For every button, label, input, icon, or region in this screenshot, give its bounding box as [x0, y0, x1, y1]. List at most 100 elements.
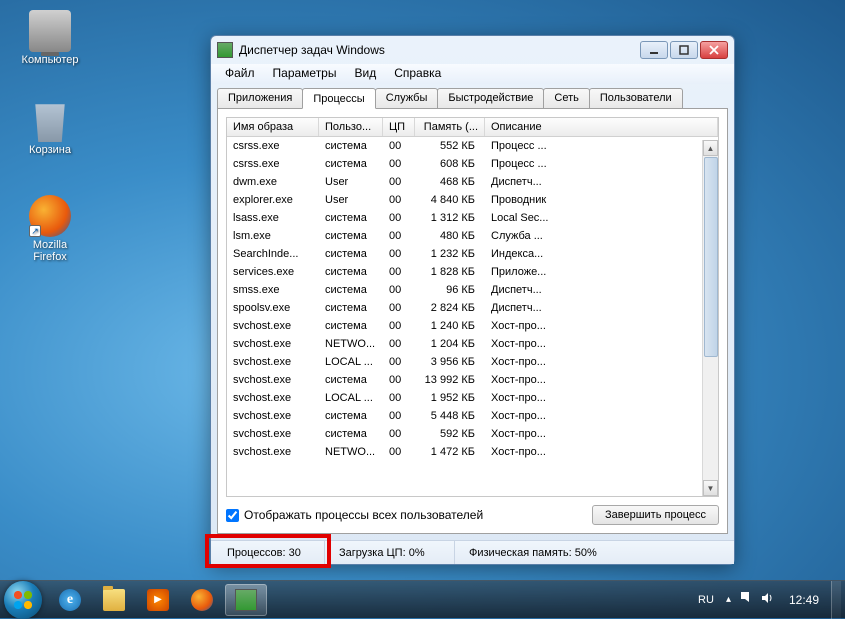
tab-networking[interactable]: Сеть [543, 88, 589, 108]
menu-view[interactable]: Вид [346, 64, 384, 84]
cell-user: система [319, 371, 383, 389]
status-processes: Процессов: 30 [213, 541, 325, 564]
cell-mem: 96 КБ [415, 281, 485, 299]
taskbar-item-explorer[interactable] [93, 584, 135, 616]
cell-cpu: 00 [383, 137, 415, 155]
table-row[interactable]: svchost.exeLOCAL ...003 956 КБХост-про..… [227, 353, 718, 371]
language-indicator[interactable]: RU [694, 592, 718, 608]
cell-cpu: 00 [383, 299, 415, 317]
show-hidden-icons-button[interactable]: ▴ [726, 594, 731, 605]
table-row[interactable]: csrss.exeсистема00608 КБПроцесс ... [227, 155, 718, 173]
taskbar-item-firefox[interactable] [181, 584, 223, 616]
task-manager-icon [235, 589, 257, 611]
tab-processes[interactable]: Процессы [302, 88, 375, 109]
table-row[interactable]: svchost.exeNETWO...001 204 КБХост-про... [227, 335, 718, 353]
scroll-down-button[interactable]: ▼ [703, 480, 718, 496]
table-row[interactable]: explorer.exeUser004 840 КБПроводник [227, 191, 718, 209]
table-row[interactable]: SearchInde...система001 232 КБИндекса... [227, 245, 718, 263]
cell-desc: Хост-про... [485, 425, 718, 443]
desktop-icon-recycle-bin[interactable]: Корзина [15, 100, 85, 156]
taskbar-item-wmp[interactable] [137, 584, 179, 616]
start-button[interactable] [4, 581, 42, 619]
maximize-button[interactable] [670, 41, 698, 59]
menu-options[interactable]: Параметры [265, 64, 345, 84]
tab-applications[interactable]: Приложения [217, 88, 303, 108]
table-row[interactable]: csrss.exeсистема00552 КБПроцесс ... [227, 137, 718, 155]
table-body[interactable]: csrss.exeсистема00552 КБПроцесс ...csrss… [227, 137, 718, 493]
status-memory: Физическая память: 50% [455, 541, 732, 564]
col-cpu[interactable]: ЦП [383, 118, 415, 136]
vertical-scrollbar[interactable]: ▲ ▼ [702, 140, 718, 496]
menu-file[interactable]: Файл [217, 64, 263, 84]
firefox-icon [191, 589, 213, 611]
table-row[interactable]: svchost.exeLOCAL ...001 952 КБХост-про..… [227, 389, 718, 407]
cell-desc: Диспетч... [485, 173, 718, 191]
cell-user: система [319, 407, 383, 425]
table-row[interactable]: svchost.exeсистема001 240 КБХост-про... [227, 317, 718, 335]
cell-cpu: 00 [383, 425, 415, 443]
table-row[interactable]: svchost.exeNETWO...001 472 КБХост-про... [227, 443, 718, 461]
show-all-users-checkbox[interactable]: Отображать процессы всех пользователей [226, 508, 483, 522]
table-row[interactable]: spoolsv.exeсистема002 824 КБДиспетч... [227, 299, 718, 317]
table-row[interactable]: svchost.exeсистема005 448 КБХост-про... [227, 407, 718, 425]
tab-performance[interactable]: Быстродействие [437, 88, 544, 108]
cell-desc: Процесс ... [485, 137, 718, 155]
cell-mem: 1 232 КБ [415, 245, 485, 263]
desktop-icon-firefox[interactable]: ↗ Mozilla Firefox [15, 195, 85, 263]
cell-desc: Хост-про... [485, 443, 718, 461]
cell-user: система [319, 281, 383, 299]
minimize-button[interactable] [640, 41, 668, 59]
table-row[interactable]: lsm.exeсистема00480 КБСлужба ... [227, 227, 718, 245]
taskbar-item-taskmgr[interactable] [225, 584, 267, 616]
volume-icon[interactable] [761, 591, 775, 608]
col-memory[interactable]: Память (... [415, 118, 485, 136]
col-username[interactable]: Пользо... [319, 118, 383, 136]
tab-services[interactable]: Службы [375, 88, 439, 108]
cell-desc: Приложе... [485, 263, 718, 281]
table-row[interactable]: svchost.exeсистема0013 992 КБХост-про... [227, 371, 718, 389]
desktop-icon-label: Mozilla Firefox [15, 239, 85, 263]
end-process-button[interactable]: Завершить процесс [592, 505, 719, 525]
menu-help[interactable]: Справка [386, 64, 449, 84]
titlebar[interactable]: Диспетчер задач Windows [211, 36, 734, 64]
col-image-name[interactable]: Имя образа [227, 118, 319, 136]
show-all-users-input[interactable] [226, 509, 239, 522]
table-row[interactable]: dwm.exeUser00468 КБДиспетч... [227, 173, 718, 191]
show-desktop-button[interactable] [831, 581, 841, 619]
table-row[interactable]: services.exeсистема001 828 КБПриложе... [227, 263, 718, 281]
scroll-thumb[interactable] [704, 157, 718, 357]
cell-desc: Хост-про... [485, 353, 718, 371]
cell-cpu: 00 [383, 227, 415, 245]
cell-mem: 592 КБ [415, 425, 485, 443]
action-center-icon[interactable] [739, 591, 753, 608]
cell-img: svchost.exe [227, 443, 319, 461]
close-button[interactable] [700, 41, 728, 59]
cell-img: spoolsv.exe [227, 299, 319, 317]
cell-img: dwm.exe [227, 173, 319, 191]
cell-user: система [319, 137, 383, 155]
clock[interactable]: 12:49 [789, 593, 819, 607]
desktop-icon-computer[interactable]: Компьютер [15, 10, 85, 66]
task-manager-icon [217, 42, 233, 58]
scroll-up-button[interactable]: ▲ [703, 140, 718, 156]
cell-user: NETWO... [319, 443, 383, 461]
process-table: Имя образа Пользо... ЦП Память (... Опис… [226, 117, 719, 497]
cell-desc: Хост-про... [485, 389, 718, 407]
show-all-users-label: Отображать процессы всех пользователей [244, 508, 483, 522]
table-row[interactable]: lsass.exeсистема001 312 КБLocal Sec... [227, 209, 718, 227]
table-row[interactable]: smss.exeсистема0096 КБДиспетч... [227, 281, 718, 299]
desktop-icon-label: Корзина [15, 144, 85, 156]
cell-desc: Local Sec... [485, 209, 718, 227]
cell-cpu: 00 [383, 173, 415, 191]
cell-mem: 1 952 КБ [415, 389, 485, 407]
cell-cpu: 00 [383, 191, 415, 209]
tab-users[interactable]: Пользователи [589, 88, 683, 108]
col-description[interactable]: Описание [485, 118, 718, 136]
cell-user: LOCAL ... [319, 389, 383, 407]
cell-desc: Индекса... [485, 245, 718, 263]
table-row[interactable]: svchost.exeсистема00592 КБХост-про... [227, 425, 718, 443]
cell-user: система [319, 245, 383, 263]
cell-mem: 480 КБ [415, 227, 485, 245]
cell-desc: Проводник [485, 191, 718, 209]
taskbar-item-ie[interactable] [49, 584, 91, 616]
